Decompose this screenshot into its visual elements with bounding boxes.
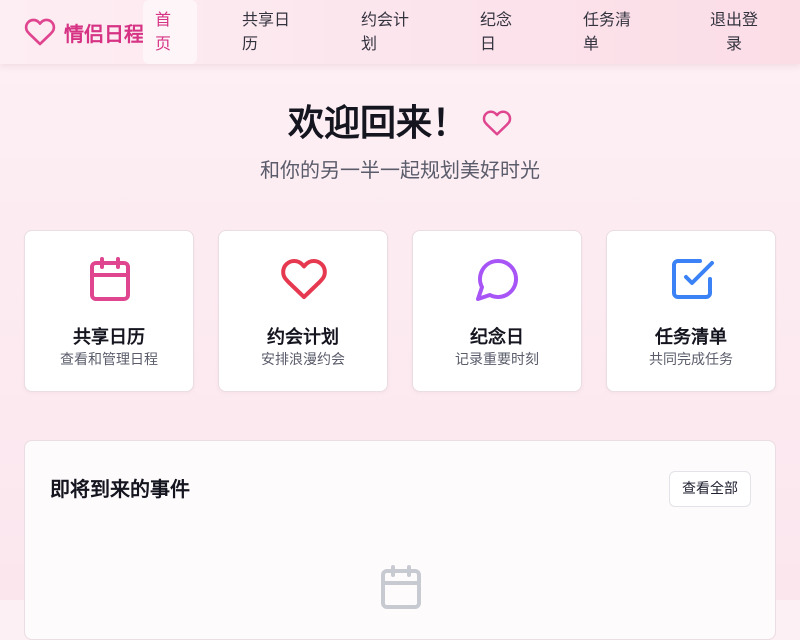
calendar-icon: [90, 257, 130, 301]
view-all-button[interactable]: 查看全部: [669, 471, 751, 507]
nav-item-shared-calendar[interactable]: 共享日 历: [242, 0, 290, 64]
card-anniversaries[interactable]: 纪念日 记录重要时刻: [412, 230, 582, 392]
nav-item-label: 任务清: [583, 10, 632, 29]
nav-item-label: 纪念: [480, 10, 513, 29]
nav-item-label: 页: [155, 34, 172, 53]
nav-item-label: 退出登: [709, 10, 758, 29]
card-date-plans[interactable]: 约会计划 安排浪漫约会: [218, 230, 388, 392]
card-title: 共享日历: [73, 327, 145, 348]
nav-item-label: 录: [725, 34, 742, 53]
nav-item-label: 历: [242, 34, 259, 53]
nav-item-label: 单: [583, 34, 600, 53]
message-circle-icon: [476, 259, 518, 301]
welcome-subtitle: 和你的另一半一起规划美好时光: [260, 158, 540, 182]
welcome-text: 欢迎回来！: [287, 103, 468, 144]
nav-item-label: 首: [155, 10, 172, 29]
upcoming-events-panel: 即将到来的事件 查看全部: [24, 440, 776, 640]
nav-item-label: 共享日: [242, 10, 291, 29]
card-subtitle: 记录重要时刻: [455, 352, 539, 368]
brand-name: 情侣日程: [64, 21, 144, 46]
nav-item-label: 日: [480, 34, 497, 53]
nav-item-logout[interactable]: 退出登 录: [709, 0, 759, 64]
welcome-heading: 欢迎回来！: [0, 94, 800, 146]
card-shared-calendar[interactable]: 共享日历 查看和管理日程: [24, 230, 194, 392]
nav-item-label: 划: [361, 34, 378, 53]
card-subtitle: 安排浪漫约会: [261, 352, 345, 368]
nav-item-label: 约会计: [361, 10, 410, 29]
card-title: 约会计划: [267, 327, 339, 348]
nav-item-task-list[interactable]: 任务清 单: [583, 0, 631, 64]
nav-item-date-plans[interactable]: 约会计 划: [361, 0, 409, 64]
card-title: 纪念日: [470, 327, 524, 348]
heart-icon: [281, 258, 327, 299]
brand[interactable]: 情侣日程: [24, 0, 144, 64]
card-title: 任务清单: [655, 327, 727, 348]
card-task-list[interactable]: 任务清单 共同完成任务: [606, 230, 776, 392]
upcoming-events-title: 即将到来的事件: [50, 477, 190, 501]
card-subtitle: 查看和管理日程: [60, 352, 158, 368]
heart-logo-icon: [24, 18, 56, 46]
top-nav: 情侣日程 首 页 共享日 历 约会计 划 纪念 日 任务清 单 退出登 录: [0, 0, 800, 64]
empty-calendar-icon: [381, 565, 421, 609]
card-subtitle: 共同完成任务: [649, 352, 733, 368]
nav-item-home[interactable]: 首 页: [143, 0, 197, 64]
heart-icon: [482, 110, 512, 136]
check-square-icon: [672, 259, 714, 299]
nav-item-anniversaries[interactable]: 纪念 日: [480, 0, 512, 64]
